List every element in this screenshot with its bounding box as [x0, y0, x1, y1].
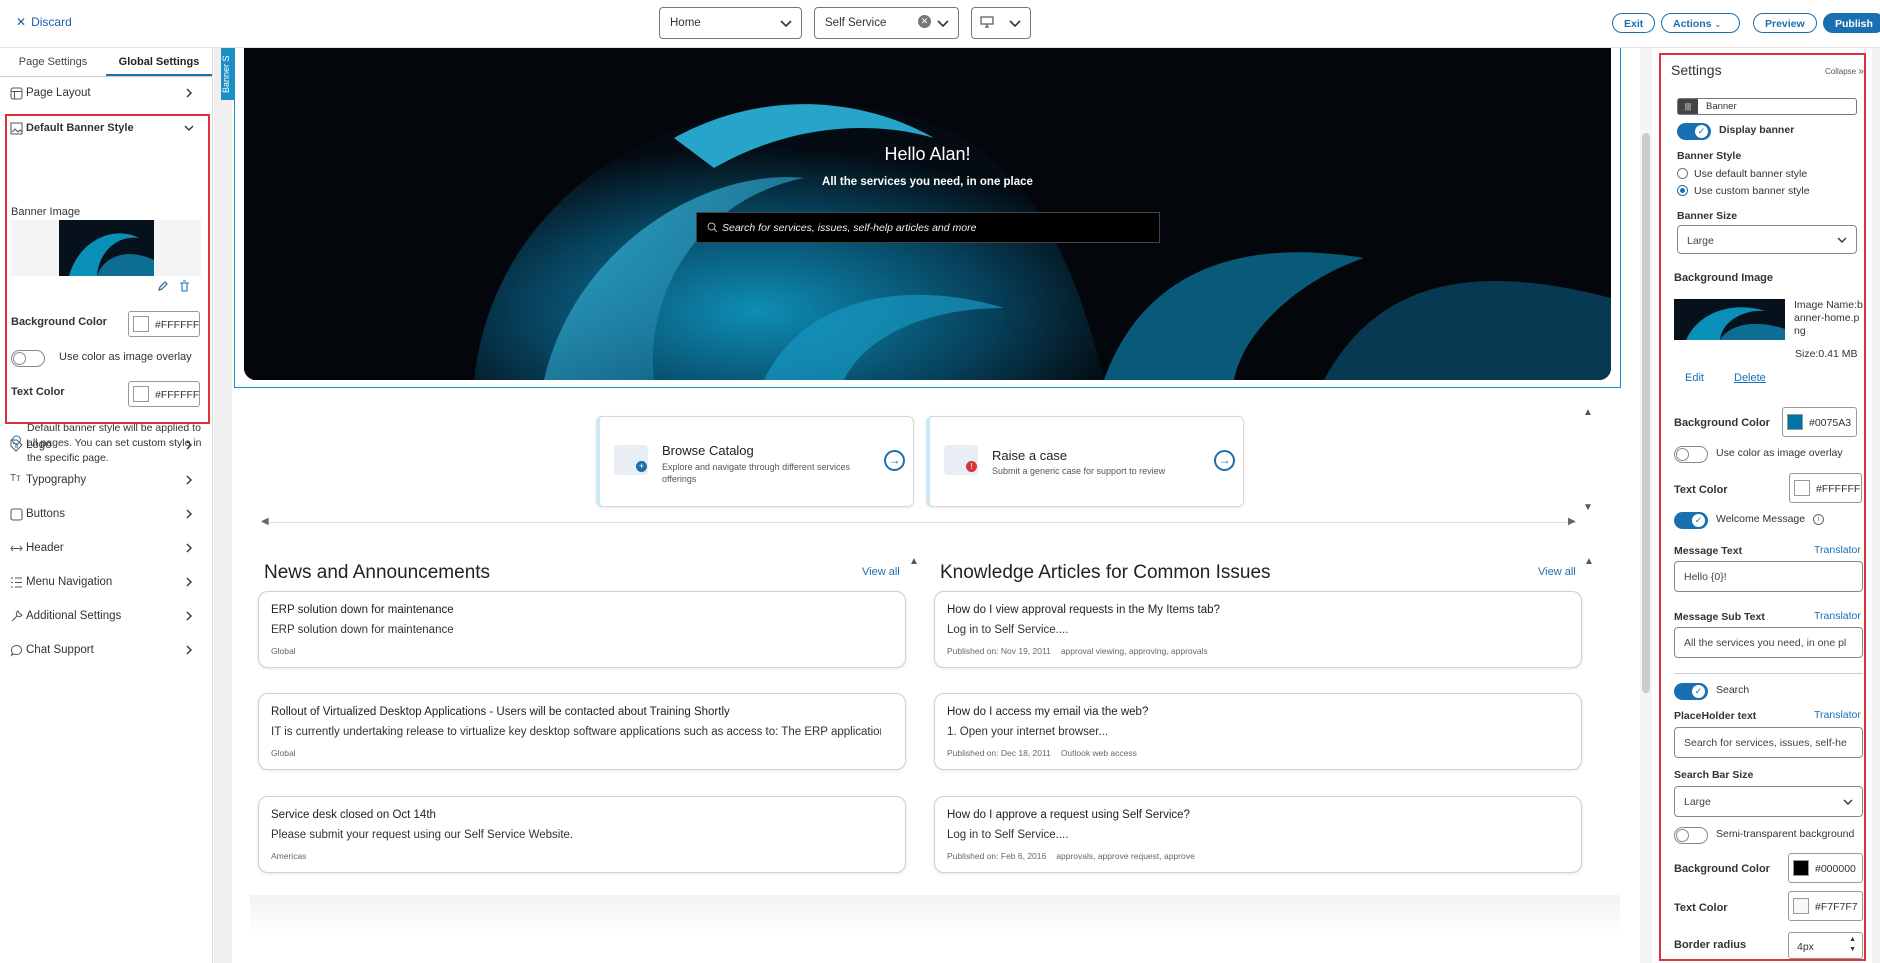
sidebar-item-additional-settings[interactable]: Additional Settings: [0, 602, 213, 632]
sidebar-item-header[interactable]: Header: [0, 534, 213, 564]
banner-style-highlight: [5, 114, 210, 424]
chevron-down-icon: [1009, 20, 1021, 28]
top-bar: ✕ Discard Home Self Service ✕ Exit Action…: [0, 0, 1880, 48]
arrow-right-icon[interactable]: →: [884, 450, 905, 471]
chat-icon: [10, 644, 23, 657]
actions-button[interactable]: Actions ⌄: [1661, 13, 1740, 33]
scroll-right-icon[interactable]: ▶: [1568, 516, 1576, 527]
card-desc: Explore and navigate through different s…: [662, 462, 850, 484]
hero-search-input[interactable]: Search for services, issues, self-help a…: [696, 212, 1160, 243]
card-desc: Submit a generic case for support to rev…: [992, 466, 1166, 476]
arrow-right-icon[interactable]: →: [1214, 450, 1235, 471]
device-select[interactable]: [971, 7, 1031, 39]
settings-tabs: Page Settings Global Settings: [0, 48, 212, 77]
case-icon: !: [944, 445, 978, 475]
tab-page-settings[interactable]: Page Settings: [0, 48, 106, 76]
scroll-up-icon[interactable]: ▲: [1583, 407, 1593, 418]
left-panel: Page Settings Global Settings Page Layou…: [0, 48, 213, 963]
hero-banner: Hello Alan! All the services you need, i…: [244, 48, 1611, 380]
sidebar-item-logo[interactable]: Logo: [0, 431, 213, 461]
scroll-up-icon[interactable]: ▲: [1584, 556, 1594, 567]
preview-gutter: [214, 48, 232, 963]
wrench-icon: [11, 610, 23, 622]
chevron-right-icon: [186, 645, 192, 655]
settings-panel-highlight: [1659, 53, 1866, 961]
sidebar-item-page-layout[interactable]: Page Layout: [0, 79, 213, 109]
list-icon: [11, 577, 22, 588]
chevron-right-icon: [186, 475, 192, 485]
chevron-right-icon: [186, 543, 192, 553]
hero-subtitle: All the services you need, in one place: [822, 176, 1033, 188]
button-icon: [10, 508, 23, 521]
chevron-right-icon: [186, 88, 192, 98]
preview-footer-shadow: [250, 895, 1620, 935]
hero-greeting: Hello Alan!: [884, 144, 971, 164]
sidebar-item-chat-support[interactable]: Chat Support: [0, 636, 213, 666]
chevron-right-icon: [186, 440, 192, 450]
browse-catalog-card[interactable]: + Browse Catalog Explore and navigate th…: [596, 416, 914, 507]
discard-button[interactable]: ✕ Discard: [16, 15, 72, 29]
kb-title: Knowledge Articles for Common Issues: [940, 562, 1271, 583]
kb-item[interactable]: How do I view approval requests in the M…: [934, 591, 1582, 668]
preview-button[interactable]: Preview: [1753, 13, 1817, 33]
card-title: Browse Catalog: [662, 443, 754, 458]
search-icon: [707, 222, 718, 233]
scroll-left-icon[interactable]: ◀: [261, 516, 269, 527]
news-item[interactable]: Service desk closed on Oct 14th Please s…: [258, 796, 906, 873]
raise-case-card[interactable]: ! Raise a case Submit a generic case for…: [926, 416, 1244, 507]
publish-button[interactable]: Publish: [1823, 13, 1880, 33]
tab-global-settings[interactable]: Global Settings: [106, 48, 212, 76]
banner-section-tag[interactable]: Banner S: [221, 48, 234, 100]
kb-item[interactable]: How do I access my email via the web? 1.…: [934, 693, 1582, 770]
page-select[interactable]: Home: [659, 7, 802, 39]
exit-button[interactable]: Exit: [1612, 13, 1656, 33]
catalog-icon: +: [614, 445, 648, 475]
clear-icon[interactable]: ✕: [918, 15, 931, 28]
portal-select[interactable]: Self Service ✕: [814, 7, 959, 39]
chevron-right-icon: [186, 509, 192, 519]
card-title: Raise a case: [992, 448, 1068, 463]
chevron-right-icon: [186, 577, 192, 587]
kb-view-all-link[interactable]: View all: [1538, 566, 1576, 578]
chevron-right-icon: [186, 611, 192, 621]
close-icon: ✕: [16, 15, 27, 29]
arrows-horizontal-icon: [10, 545, 23, 552]
chevron-down-icon: [780, 20, 792, 28]
chevron-down-icon: [937, 20, 949, 28]
chevron-down-icon: ⌄: [1714, 20, 1722, 29]
news-view-all-link[interactable]: View all: [862, 566, 900, 578]
news-title: News and Announcements: [264, 562, 491, 583]
news-item[interactable]: Rollout of Virtualized Desktop Applicati…: [258, 693, 906, 770]
carousel-track: [262, 522, 1576, 523]
layout-icon: [10, 87, 23, 100]
sidebar-item-buttons[interactable]: Buttons: [0, 500, 213, 530]
tag-icon: [10, 439, 23, 452]
sidebar-item-menu-navigation[interactable]: Menu Navigation: [0, 568, 213, 598]
panel-scrollbar[interactable]: [1872, 48, 1880, 963]
kb-item[interactable]: How do I approve a request using Self Se…: [934, 796, 1582, 873]
typography-icon: Tт: [10, 473, 21, 484]
scroll-down-icon[interactable]: ▼: [1583, 502, 1593, 513]
monitor-icon: [980, 16, 994, 28]
preview-scrollbar[interactable]: [1640, 48, 1652, 963]
news-item[interactable]: ERP solution down for maintenance ERP so…: [258, 591, 906, 668]
scroll-up-icon[interactable]: ▲: [909, 556, 919, 567]
sidebar-item-typography[interactable]: Tт Typography: [0, 466, 213, 496]
